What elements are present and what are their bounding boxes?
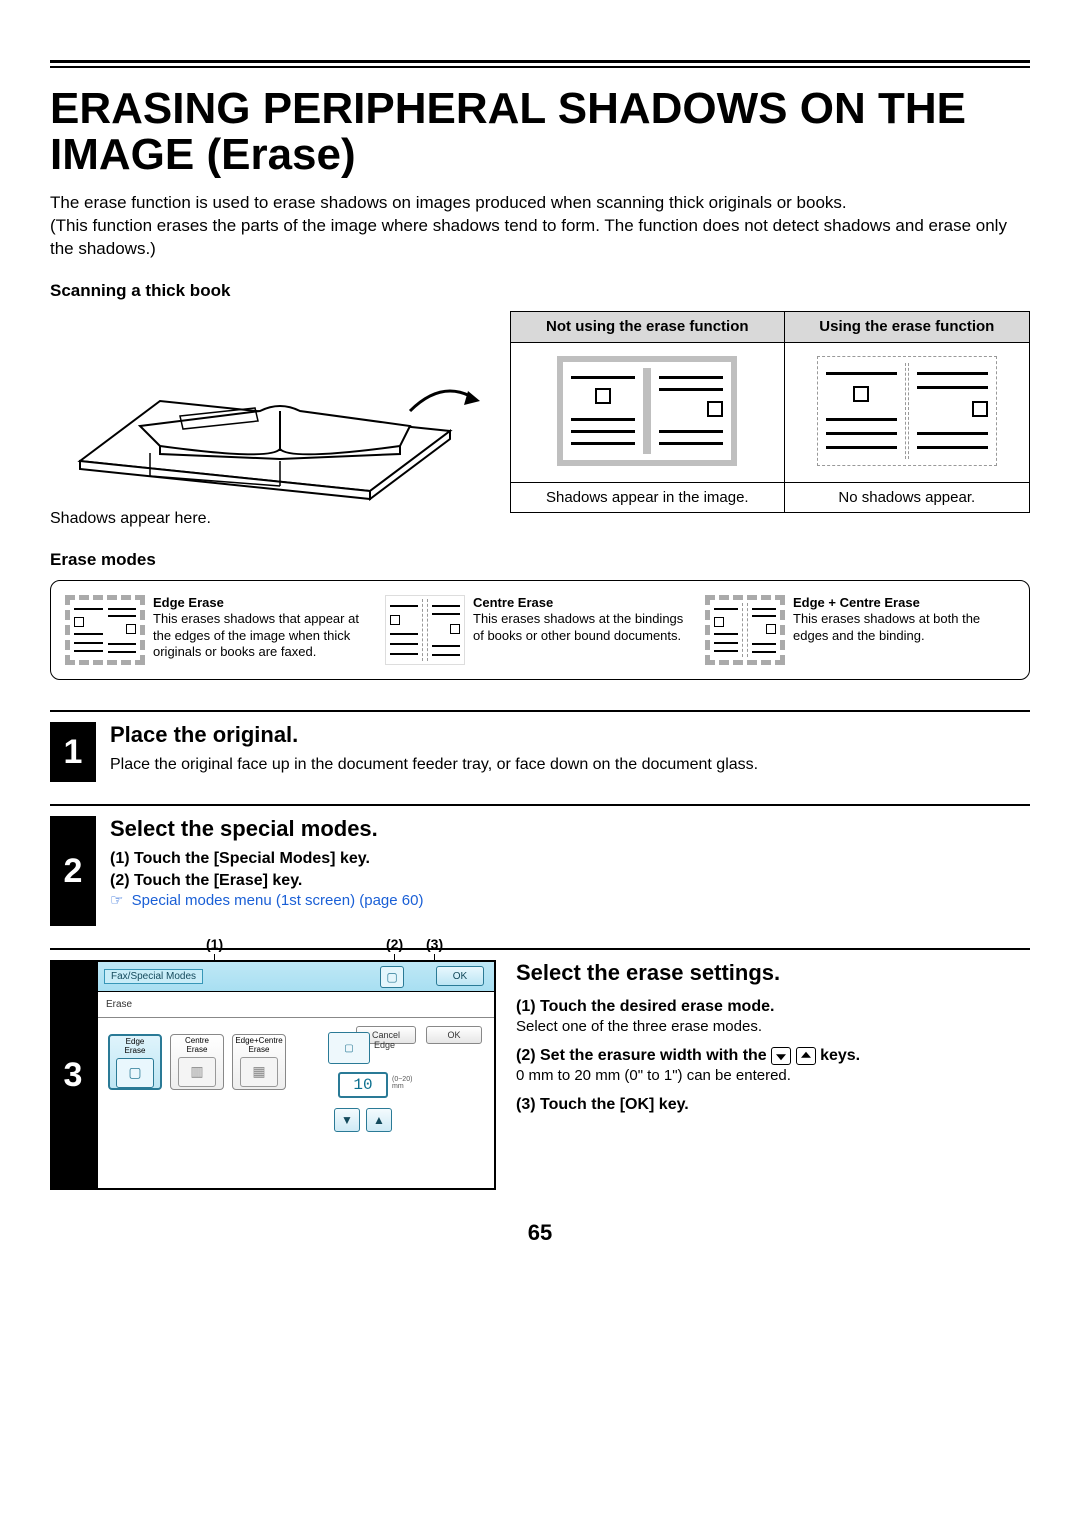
step-1-title: Place the original. [110,722,1030,748]
mode-centre-desc: This erases shadows at the bindings of b… [473,611,683,642]
scanning-heading: Scanning a thick book [50,281,1030,301]
callout-3-label: (3) [426,936,443,952]
th-not-using: Not using the erase function [511,312,785,343]
caption-using: No shadows appear. [784,483,1029,513]
intro-text: The erase function is used to erase shad… [50,192,1030,261]
chevron-up-icon: ▲ [373,1113,385,1127]
shadows-caption: Shadows appear here. [50,510,480,528]
step-3: 3 (1) (2) (3) Fax/Special Modes ▢ OK Era… [50,948,1030,1190]
mode-edge: Edge Erase This erases shadows that appe… [65,595,375,665]
step-2-title: Select the special modes. [110,816,1030,842]
step-3-item-3: (3) Touch the [OK] key. [516,1096,689,1113]
mode-edge-desc: This erases shadows that appear at the e… [153,611,359,659]
step-2-b: (2) Touch the [Erase] key. [110,872,302,889]
step-3-item-1-note: Select one of the three erase modes. [516,1018,860,1035]
increase-width-button[interactable]: ▲ [366,1108,392,1132]
chevron-down-icon: ▼ [341,1113,353,1127]
step-2-number: 2 [50,816,96,926]
step-1-number: 1 [50,722,96,782]
mode-both: Edge + Centre Erase This erases shadows … [705,595,1015,665]
panel-sub-title: Erase [106,999,132,1010]
step-3-item-2-note: 0 mm to 20 mm (0" to 1") can be entered. [516,1067,860,1084]
step-2-a: (1) Touch the [Special Modes] key. [110,850,370,867]
edge-label: Edge [374,1040,395,1050]
centre-erase-icon: ▥ [178,1057,216,1087]
step-3-number: 3 [50,960,96,1190]
step-2-link[interactable]: ☞ Special modes menu (1st screen) (page … [110,891,1030,909]
panel-top-ok-button[interactable]: OK [436,966,484,986]
mode-button-centre-erase[interactable]: CentreErase ▥ [170,1034,224,1090]
erase-width-range: (0~20) mm [392,1076,412,1090]
mode-centre: Centre Erase This erases shadows at the … [385,595,695,665]
special-modes-link[interactable]: Special modes menu (1st screen) [132,892,355,909]
cell-using-image [784,343,1029,483]
step-1-desc: Place the original face up in the docume… [110,754,1030,776]
page-title: ERASING PERIPHERAL SHADOWS ON THE IMAGE … [50,86,1030,178]
panel-preview-icon[interactable]: ▢ [380,966,404,988]
edge-preview-icon: ▢ [328,1032,370,1064]
step-1: 1 Place the original. Place the original… [50,710,1030,782]
th-using: Using the erase function [784,312,1029,343]
erase-width-display: 10 [338,1072,388,1098]
mode-both-title: Edge + Centre Erase [793,595,1015,611]
book-on-glass-illustration [50,311,480,501]
mode-button-edge-erase[interactable]: EdgeErase ▢ [108,1034,162,1090]
step-3-title: Select the erase settings. [516,960,860,986]
decrease-width-button[interactable]: ▼ [334,1108,360,1132]
callout-1-label: (1) [206,936,223,952]
erase-modes-box: Edge Erase This erases shadows that appe… [50,580,1030,680]
down-key-icon [771,1047,791,1065]
panel-breadcrumb: Fax/Special Modes [104,969,203,984]
mode-button-edge-centre-erase[interactable]: Edge+CentreErase ▦ [232,1034,286,1090]
step-3-item-1: (1) Touch the desired erase mode. [516,998,774,1015]
step-3-item-2: (2) Set the erasure width with the keys. [516,1047,860,1064]
compare-table: Not using the erase function Using the e… [510,311,1030,513]
pointing-hand-icon: ☞ [110,891,123,909]
touch-panel: Fax/Special Modes ▢ OK Erase Cancel OK E… [96,960,496,1190]
edge-erase-icon: ▢ [116,1058,154,1088]
cell-not-using-image [511,343,785,483]
mode-edge-title: Edge Erase [153,595,375,611]
erase-modes-heading: Erase modes [50,550,1030,570]
page-number: 65 [50,1220,1030,1246]
mode-both-desc: This erases shadows at both the edges an… [793,611,980,642]
caption-not-using: Shadows appear in the image. [511,483,785,513]
step-2: 2 Select the special modes. (1) Touch th… [50,804,1030,926]
edge-centre-erase-icon: ▦ [240,1057,278,1087]
callout-2-label: (2) [386,936,403,952]
up-key-icon [796,1047,816,1065]
mode-centre-title: Centre Erase [473,595,695,611]
page-top-rule [50,60,1030,68]
